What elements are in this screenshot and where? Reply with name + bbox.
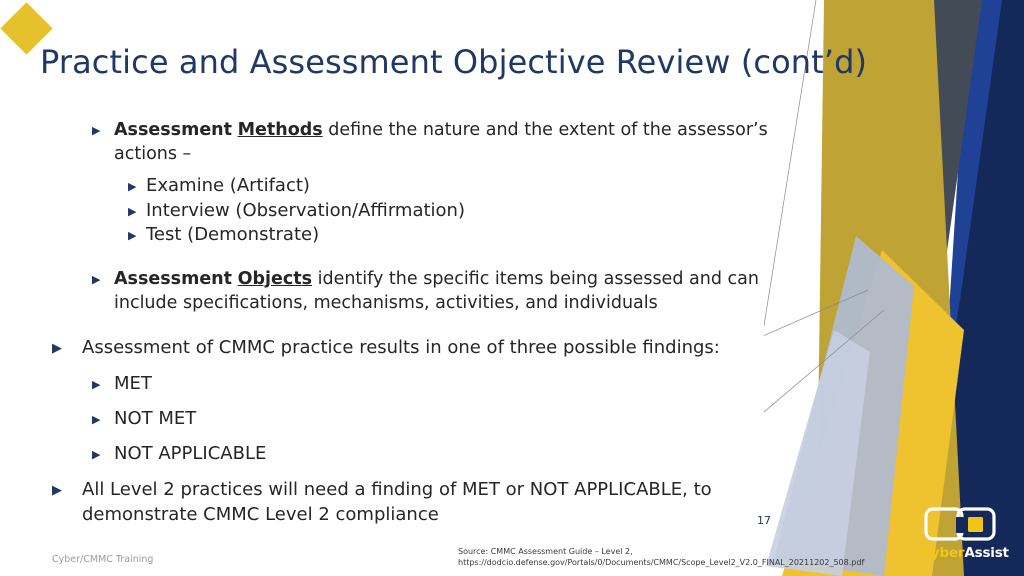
bullet-triangle-icon: ▶ — [128, 204, 137, 218]
bullet-text: Assessment Objects identify the specific… — [114, 267, 794, 315]
bullet-interview: ▶ Interview (Observation/Affirmation) — [128, 199, 800, 224]
bullet-examine: ▶ Examine (Artifact) — [128, 174, 800, 199]
bullet-text: MET — [114, 372, 152, 394]
logo-word-cyber: Cyber — [921, 545, 965, 561]
bullet-finding-met: ▶ MET — [92, 371, 800, 396]
bullet-text: All Level 2 practices will need a findin… — [82, 478, 712, 525]
bullet-triangle-icon: ▶ — [92, 124, 101, 137]
bullet-finding-not-applicable: ▶ NOT APPLICABLE — [92, 441, 800, 466]
objects-bold: Assessment — [114, 268, 233, 289]
cyberassist-wordmark: CyberAssist — [913, 545, 1017, 561]
bullet-text: Assessment Methods define the nature and… — [114, 118, 794, 166]
cyberassist-logo: CyberAssist — [913, 505, 1017, 567]
bullet-assessment-methods: ▶ Assessment Methods define the nature a… — [92, 118, 794, 166]
bullet-triangle-icon: ▶ — [92, 272, 101, 286]
logo-word-assist: Assist — [964, 545, 1009, 561]
bullet-text: Interview (Observation/Affirmation) — [146, 199, 465, 221]
bullet-triangle-icon: ▶ — [92, 447, 101, 461]
source-line-1: Source: CMMC Assessment Guide – Level 2, — [458, 547, 633, 556]
slide-canvas: Practice and Assessment Objective Review… — [0, 0, 1024, 576]
footer-left-label: Cyber/CMMC Training — [52, 554, 154, 565]
bullet-finding-not-met: ▶ NOT MET — [92, 406, 800, 431]
objects-underline: Objects — [237, 268, 313, 289]
cyberassist-mark-icon — [924, 507, 996, 541]
bullet-text: NOT MET — [114, 407, 197, 429]
source-line-2: https://dodcio.defense.gov/Portals/0/Doc… — [458, 557, 865, 567]
bullet-closing-statement: ▶ All Level 2 practices will need a find… — [52, 477, 802, 527]
decorative-polygon-artwork — [764, 0, 1024, 576]
bullet-triangle-icon: ▶ — [128, 229, 137, 242]
methods-bold: Assessment — [114, 120, 233, 140]
source-citation: Source: CMMC Assessment Guide – Level 2,… — [458, 547, 864, 568]
bullet-text: Test (Demonstrate) — [146, 224, 320, 245]
bullet-findings-intro: ▶ Assessment of CMMC practice results in… — [52, 335, 802, 360]
page-number: 17 — [757, 514, 771, 527]
methods-underline: Methods — [237, 120, 323, 140]
bullet-triangle-icon: ▶ — [92, 377, 101, 391]
bullet-text: Examine (Artifact) — [146, 175, 310, 196]
slide-body: ▶ Assessment Methods define the nature a… — [0, 118, 800, 527]
bullet-triangle-icon: ▶ — [52, 340, 62, 356]
bullet-test: ▶ Test (Demonstrate) — [128, 223, 800, 248]
bullet-text: NOT APPLICABLE — [114, 442, 267, 464]
page-title: Practice and Assessment Objective Review… — [40, 43, 868, 81]
bullet-triangle-icon: ▶ — [52, 482, 62, 498]
bullet-assessment-objects: ▶ Assessment Objects identify the specif… — [92, 267, 794, 315]
bullet-triangle-icon: ▶ — [128, 180, 137, 193]
bullet-text: Assessment of CMMC practice results in o… — [82, 336, 720, 358]
bullet-triangle-icon: ▶ — [92, 412, 101, 426]
